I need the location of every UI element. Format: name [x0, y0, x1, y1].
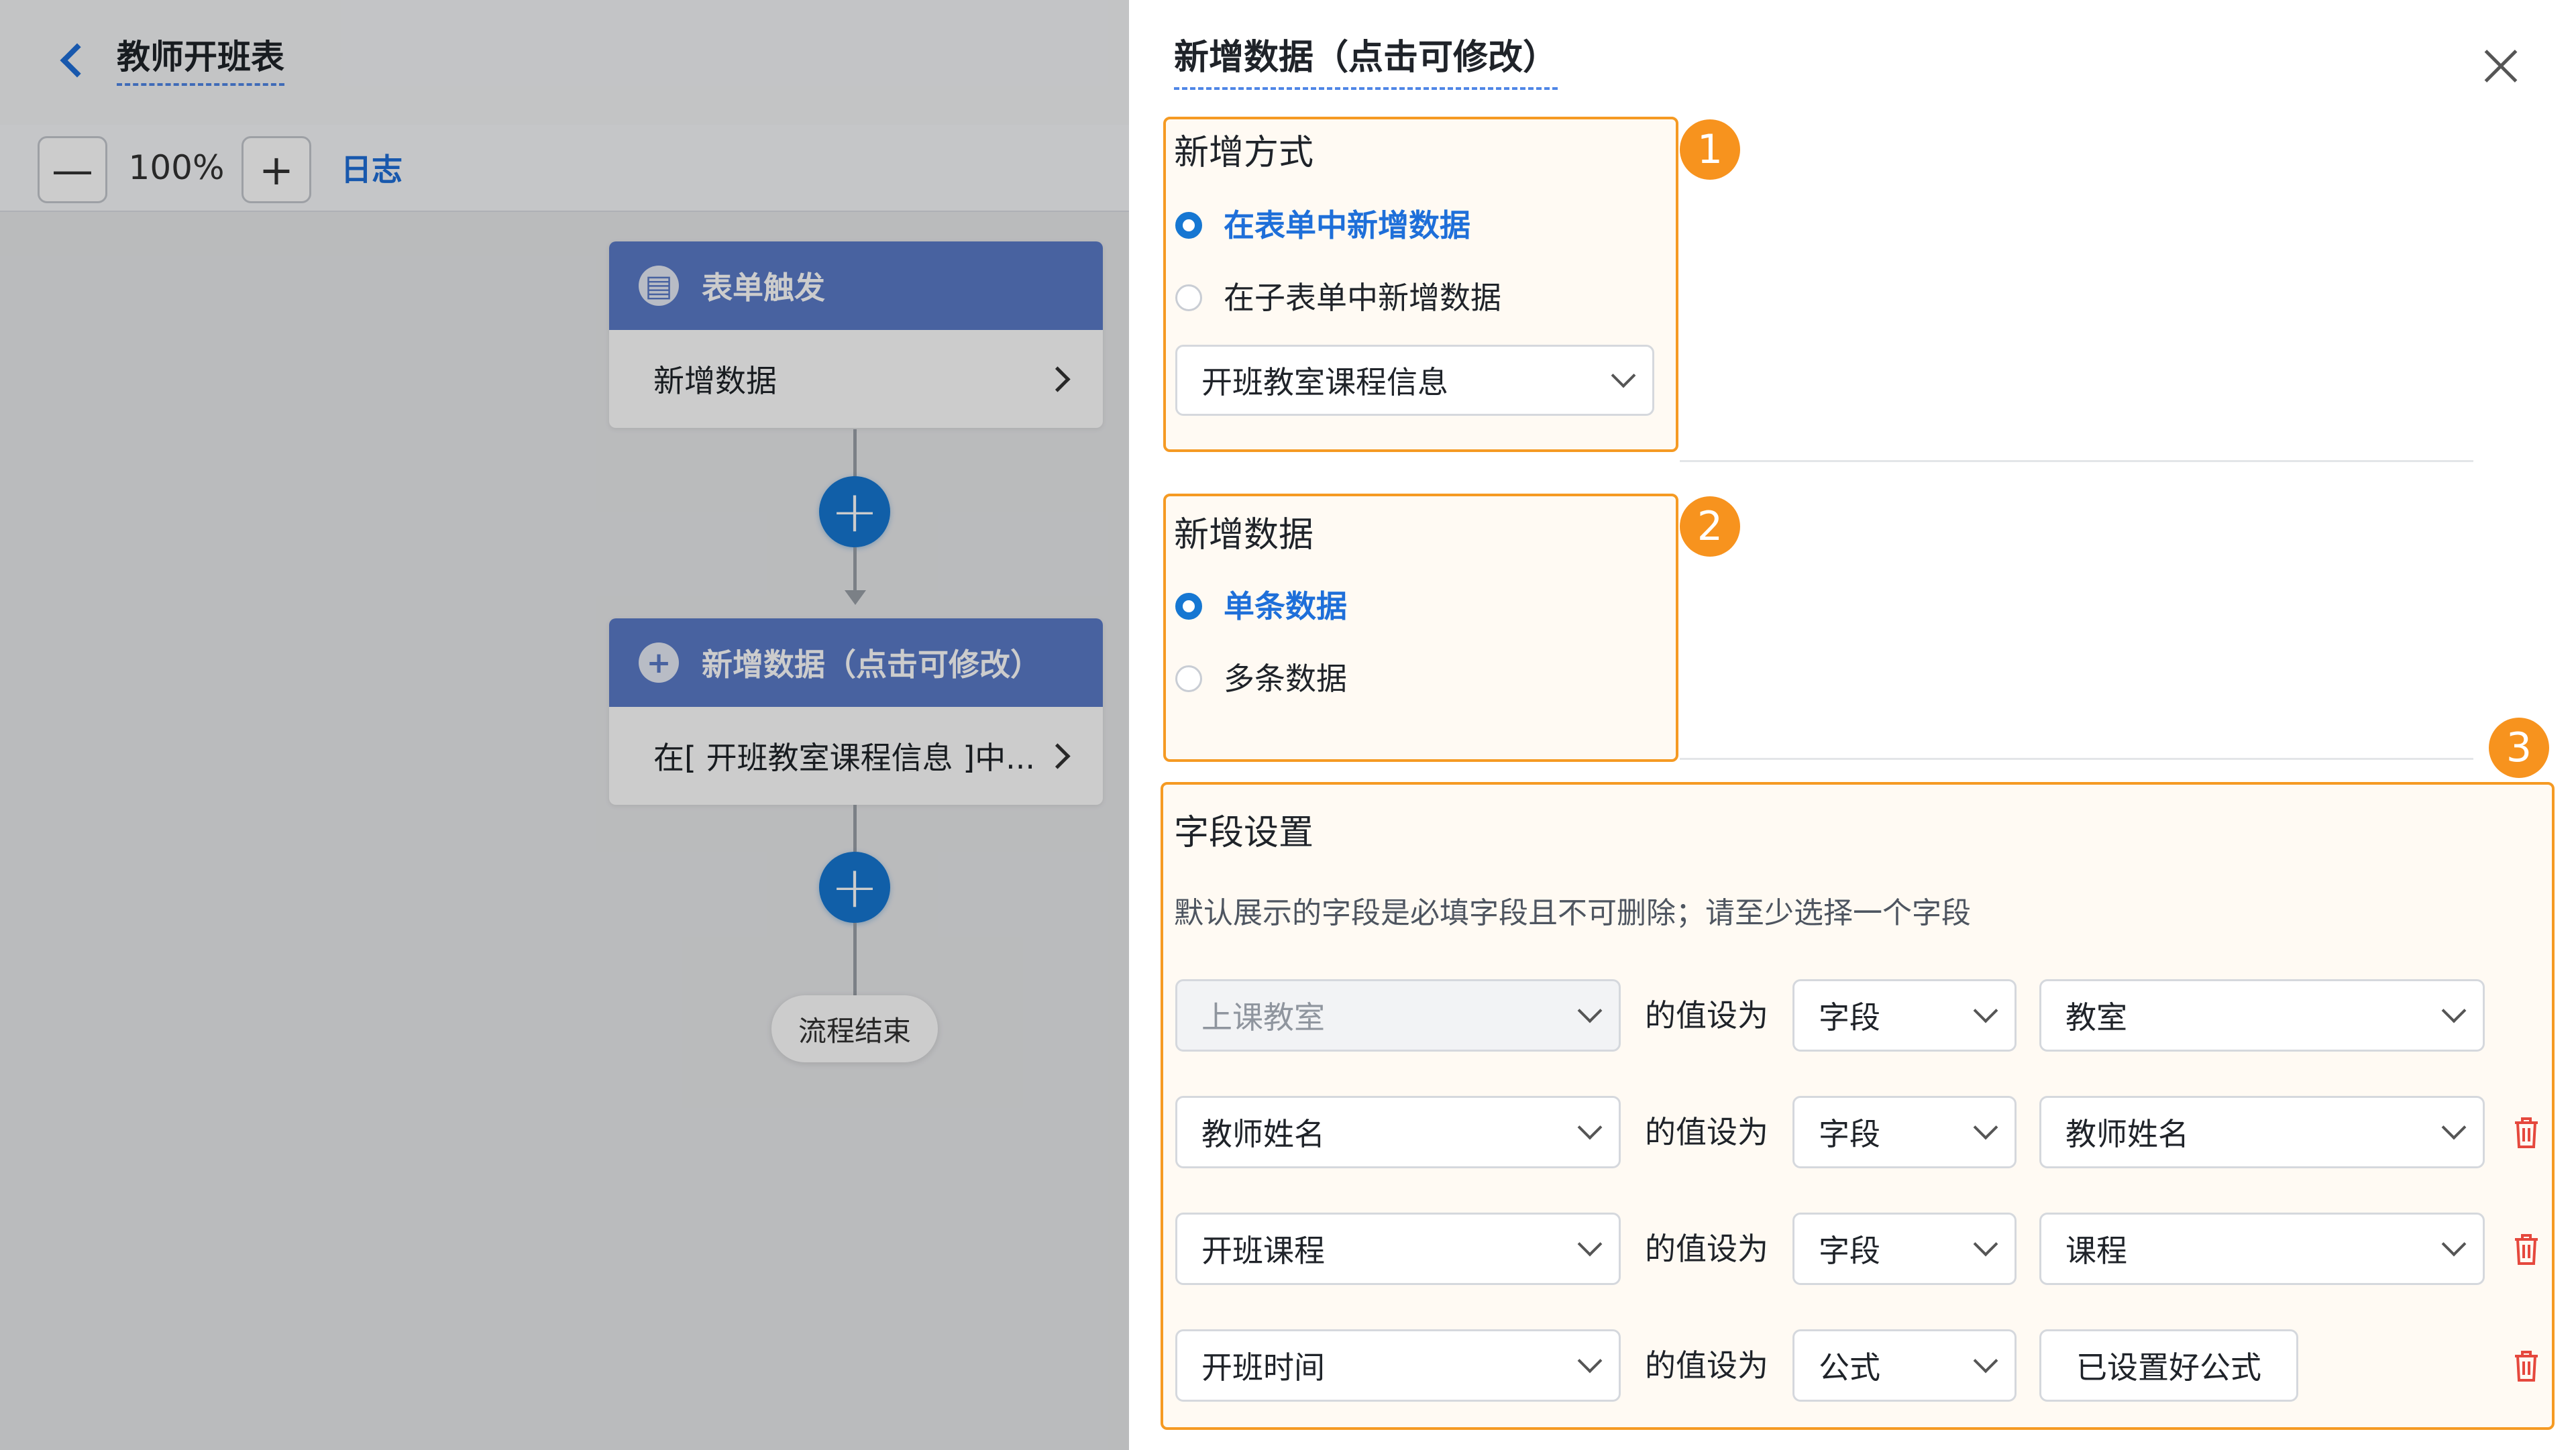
- select-value: 开班教室课程信息: [1201, 364, 1448, 400]
- set-to-label: 的值设为: [1645, 997, 1768, 1034]
- value-mode-select[interactable]: 字段: [1792, 1096, 2017, 1168]
- chevron-down-icon: [1577, 1115, 1603, 1140]
- value-field-select[interactable]: 课程: [2039, 1213, 2485, 1285]
- value-mode-select[interactable]: 公式: [1792, 1329, 2017, 1402]
- value-field-select[interactable]: 教师姓名: [2039, 1096, 2485, 1168]
- radio-add-in-subform[interactable]: 在子表单中新增数据: [1175, 276, 1501, 319]
- chevron-down-icon: [1577, 998, 1603, 1023]
- field-select[interactable]: 开班课程: [1175, 1213, 1621, 1285]
- select-value: 上课教室: [1201, 999, 1325, 1036]
- target-form-select[interactable]: 开班教室课程信息: [1175, 345, 1654, 416]
- chevron-down-icon: [1611, 363, 1636, 388]
- radio-multiple-records[interactable]: 多条数据: [1175, 657, 1347, 700]
- radio-label: 在子表单中新增数据: [1224, 280, 1501, 316]
- chevron-down-icon: [1973, 1348, 1998, 1374]
- close-icon[interactable]: [2475, 40, 2526, 91]
- set-to-label: 的值设为: [1645, 1347, 1768, 1384]
- field-settings-hint: 默认展示的字段是必填字段且不可删除；请至少选择一个字段: [1174, 896, 1971, 930]
- step-badge-2: 2: [1680, 496, 1740, 557]
- select-value: 字段: [1819, 999, 1880, 1036]
- radio-checked-icon: [1175, 593, 1202, 620]
- modal-overlay[interactable]: [0, 0, 1129, 1450]
- chevron-down-icon: [2441, 1115, 2467, 1140]
- delete-icon[interactable]: [2513, 1116, 2540, 1150]
- workflow-canvas: 教师开班表 — 100% + 日志 ▤ 表单触发 新增数据 + + 新增数据（点…: [0, 0, 1129, 1450]
- field-select[interactable]: 开班时间: [1175, 1329, 1621, 1402]
- select-value: 开班时间: [1201, 1349, 1325, 1386]
- radio-single-record[interactable]: 单条数据: [1175, 585, 1347, 628]
- value-field-select[interactable]: 教室: [2039, 979, 2485, 1052]
- field-settings-title: 字段设置: [1174, 813, 1314, 853]
- radio-unchecked-icon: [1175, 284, 1202, 311]
- field-select[interactable]: 教师姓名: [1175, 1096, 1621, 1168]
- radio-label: 多条数据: [1224, 661, 1347, 697]
- radio-checked-icon: [1175, 212, 1202, 239]
- drawer-title[interactable]: 新增数据（点击可修改）: [1174, 34, 1558, 90]
- step-badge-1: 1: [1680, 119, 1740, 180]
- set-to-label: 的值设为: [1645, 1231, 1768, 1267]
- delete-icon[interactable]: [2513, 1233, 2540, 1266]
- delete-icon[interactable]: [2513, 1349, 2540, 1383]
- chevron-down-icon: [1577, 1348, 1603, 1374]
- section-divider: [1680, 758, 2473, 760]
- select-value: 字段: [1819, 1233, 1880, 1269]
- select-value: 教师姓名: [2065, 1116, 2189, 1152]
- chevron-down-icon: [1973, 998, 1998, 1023]
- select-value: 开班课程: [1201, 1233, 1325, 1269]
- select-value: 公式: [1819, 1349, 1880, 1386]
- radio-label: 单条数据: [1224, 588, 1347, 624]
- chevron-down-icon: [1973, 1115, 1998, 1140]
- value-mode-select[interactable]: 字段: [1792, 1213, 2017, 1285]
- select-value: 课程: [2065, 1233, 2127, 1269]
- radio-unchecked-icon: [1175, 665, 1202, 692]
- field-select-disabled: 上课教室: [1175, 979, 1621, 1052]
- section-divider: [1680, 460, 2473, 462]
- chevron-down-icon: [2441, 1231, 2467, 1257]
- radio-label: 在表单中新增数据: [1224, 207, 1470, 243]
- step-badge-3: 3: [2489, 718, 2549, 778]
- value-mode-select[interactable]: 字段: [1792, 979, 2017, 1052]
- chevron-down-icon: [1973, 1231, 1998, 1257]
- set-to-label: 的值设为: [1645, 1114, 1768, 1150]
- select-value: 教室: [2065, 999, 2127, 1036]
- select-value: 字段: [1819, 1116, 1880, 1152]
- radio-add-in-form[interactable]: 在表单中新增数据: [1175, 204, 1470, 247]
- formula-set-button[interactable]: 已设置好公式: [2039, 1329, 2298, 1402]
- add-method-title: 新增方式: [1174, 133, 1314, 173]
- add-data-title: 新增数据: [1174, 515, 1314, 555]
- select-value: 教师姓名: [1201, 1116, 1325, 1152]
- chevron-down-icon: [2441, 998, 2467, 1023]
- chevron-down-icon: [1577, 1231, 1603, 1257]
